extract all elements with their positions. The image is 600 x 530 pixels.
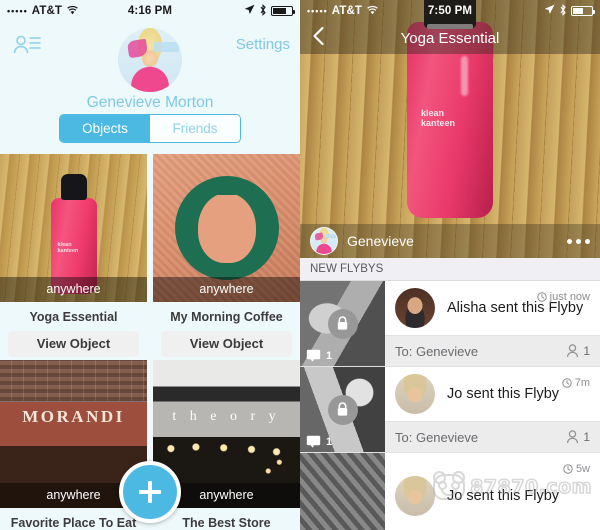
storefront-sign: t h e o r y xyxy=(172,408,281,424)
lock-icon xyxy=(327,394,358,425)
battery-icon xyxy=(571,6,595,16)
person-icon xyxy=(567,344,579,358)
status-bar: ••••• AT&T 7:50 PM xyxy=(300,0,600,22)
object-hero-photo: klean kanteen ••••• AT&T 7:50 PM Yoga Es… xyxy=(300,0,600,258)
flyby-time-label: 5w xyxy=(575,463,590,475)
object-title: Yoga Essential xyxy=(400,29,500,47)
flyby-main: Jo sent this Flyby 5w xyxy=(385,453,600,530)
flyby-recipient-row: To: Genevieve 1 xyxy=(385,335,600,366)
object-title: The Best Store xyxy=(182,516,271,530)
flyby-recipient-label: To: Genevieve xyxy=(395,429,479,445)
flyby-row[interactable]: 1 Jo sent this Flyby 7m To: Genevieve 1 xyxy=(300,367,600,453)
signal-dots-icon: ••••• xyxy=(7,5,28,16)
flyby-main: Alisha sent this Flyby just now xyxy=(385,281,600,335)
carrier-label: AT&T xyxy=(31,5,62,17)
wifi-icon xyxy=(66,5,79,18)
status-bar-left: ••••• AT&T xyxy=(307,5,379,18)
owner-name: Genevieve xyxy=(347,233,414,249)
flyby-timestamp: just now xyxy=(536,291,590,303)
flyby-body: Jo sent this Flyby 7m To: Genevieve 1 xyxy=(385,367,600,452)
bluetooth-icon xyxy=(559,3,567,19)
recipient-count-badge: 1 xyxy=(566,344,590,358)
comment-count-badge: 1 xyxy=(306,435,332,448)
sender-avatar[interactable] xyxy=(395,475,435,516)
object-card[interactable]: anywhere My Morning Coffee View Object xyxy=(153,154,300,357)
object-location: anywhere xyxy=(0,277,147,302)
more-dots-icon[interactable] xyxy=(567,238,590,244)
object-thumbnail[interactable]: anywhere xyxy=(0,154,147,302)
flyby-message: Jo sent this Flyby xyxy=(447,386,560,402)
title-bar: Yoga Essential xyxy=(300,22,600,54)
flyby-thumbnail[interactable] xyxy=(300,453,385,530)
section-header-new-flybys: NEW FLYBYS xyxy=(300,258,600,281)
comment-count: 1 xyxy=(326,349,333,362)
sender-avatar[interactable] xyxy=(395,374,435,414)
profile-header: Settings Genevieve Morton xyxy=(0,22,300,114)
status-bar-right xyxy=(544,3,595,19)
status-bar-left: ••••• AT&T xyxy=(7,5,79,18)
avatar[interactable] xyxy=(118,28,182,92)
object-detail-screen: klean kanteen ••••• AT&T 7:50 PM Yoga Es… xyxy=(300,0,600,530)
nav-bar: ••••• AT&T 7:50 PM Yoga Essential xyxy=(300,0,600,54)
flyby-main: Jo sent this Flyby 7m xyxy=(385,367,600,421)
clock-icon xyxy=(563,464,573,474)
flyby-recipient-row: To: Genevieve 1 xyxy=(385,421,600,452)
storefront-sign: MORANDI xyxy=(22,407,125,427)
bluetooth-icon xyxy=(259,3,267,19)
back-chevron-icon[interactable] xyxy=(312,26,325,50)
add-object-button[interactable] xyxy=(119,461,181,523)
location-arrow-icon xyxy=(244,4,255,18)
object-thumbnail[interactable]: anywhere xyxy=(153,154,300,302)
profile-screen: ••••• AT&T 4:16 PM Settings Genevieve Mo… xyxy=(0,0,300,530)
location-arrow-icon xyxy=(544,4,555,18)
flyby-row[interactable]: 1 Alisha sent this Flyby just now To: Ge… xyxy=(300,281,600,367)
object-location: anywhere xyxy=(153,277,300,302)
flyby-body: Jo sent this Flyby 5w xyxy=(385,453,600,530)
tab-friends[interactable]: Friends xyxy=(150,115,240,142)
comment-count: 1 xyxy=(326,435,333,448)
battery-icon xyxy=(271,6,295,16)
object-card[interactable]: anywhere Yoga Essential View Object xyxy=(0,154,147,357)
flyby-timestamp: 7m xyxy=(562,377,590,389)
lock-icon xyxy=(327,308,358,339)
clock-icon xyxy=(536,292,547,302)
friends-list-icon[interactable] xyxy=(12,34,42,56)
comment-count-badge: 1 xyxy=(306,349,332,362)
signal-dots-icon: ••••• xyxy=(307,5,328,16)
flyby-thumbnail[interactable]: 1 xyxy=(300,367,385,452)
flyby-body: Alisha sent this Flyby just now To: Gene… xyxy=(385,281,600,366)
clock-icon xyxy=(562,378,572,388)
owner-bar: Genevieve xyxy=(300,224,600,258)
recipient-count-badge: 1 xyxy=(566,430,590,444)
comment-icon xyxy=(306,435,321,448)
person-icon xyxy=(567,430,579,444)
page-title: Genevieve Morton xyxy=(86,94,214,111)
view-object-button[interactable]: View Object xyxy=(161,331,292,357)
flyby-thumbnail[interactable]: 1 xyxy=(300,281,385,366)
tab-objects[interactable]: Objects xyxy=(60,115,150,142)
settings-button[interactable]: Settings xyxy=(236,36,290,53)
flyby-row[interactable]: Jo sent this Flyby 5w xyxy=(300,453,600,530)
flyby-timestamp: 5w xyxy=(563,463,590,475)
plus-icon xyxy=(139,481,161,503)
object-title: My Morning Coffee xyxy=(170,310,283,324)
bottle-brand-label: klean kanteen xyxy=(421,108,456,128)
owner-avatar[interactable] xyxy=(310,227,338,255)
sender-avatar[interactable] xyxy=(395,288,435,328)
recipient-count: 1 xyxy=(583,344,590,358)
comment-icon xyxy=(306,349,321,362)
flyby-message: Jo sent this Flyby xyxy=(447,487,560,504)
wifi-icon xyxy=(366,5,379,18)
flyby-time-label: just now xyxy=(549,291,590,303)
flyby-time-label: 7m xyxy=(574,377,590,389)
status-bar-right xyxy=(244,3,295,19)
view-object-button[interactable]: View Object xyxy=(8,331,139,357)
screenshot-root: ••••• AT&T 4:16 PM Settings Genevieve Mo… xyxy=(0,0,600,530)
carrier-label: AT&T xyxy=(331,5,362,17)
status-bar: ••••• AT&T 4:16 PM xyxy=(0,0,300,22)
recipient-count: 1 xyxy=(583,430,590,444)
objects-friends-segmented-control[interactable]: Objects Friends xyxy=(59,114,241,143)
flyby-recipient-label: To: Genevieve xyxy=(395,343,479,359)
object-title: Yoga Essential xyxy=(29,310,118,324)
